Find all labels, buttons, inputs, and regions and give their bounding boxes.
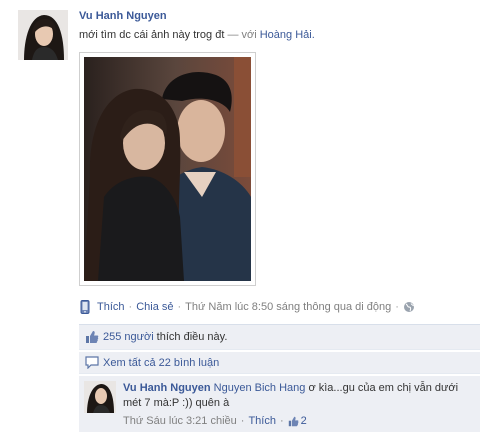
- tagged-friend-link[interactable]: Hoàng Hải.: [260, 29, 315, 41]
- likes-count-link[interactable]: 255 người: [103, 331, 154, 343]
- author-avatar[interactable]: [18, 10, 68, 60]
- separator-dot: ·: [279, 415, 284, 427]
- comment-author-link[interactable]: Vu Hanh Nguyen: [123, 382, 211, 394]
- comment-item: Vu Hanh Nguyen Nguyen Bich Hang ơ kìa...…: [79, 376, 480, 432]
- comment-meta: Thứ Sáu lúc 3:21 chiều · Thích · 2: [123, 415, 307, 427]
- separator-dot: ·: [395, 301, 399, 313]
- commenter-avatar[interactable]: [84, 381, 116, 413]
- comment-timestamp[interactable]: Thứ Sáu lúc 3:21 chiều: [123, 415, 237, 427]
- view-all-comments-link[interactable]: Xem tất cả 22 bình luận: [103, 357, 219, 369]
- likes-row: 255 người thích điều này.: [79, 324, 480, 350]
- post-message-text: mới tìm dc cái ảnh này trog đt: [79, 29, 225, 41]
- post-photo[interactable]: [84, 57, 251, 281]
- separator-dot: ·: [128, 301, 133, 313]
- globe-icon[interactable]: [403, 301, 415, 313]
- mobile-phone-icon: [79, 300, 93, 314]
- feedback-box: 255 người thích điều này. Xem tất cả 22 …: [79, 324, 480, 432]
- view-all-comments-row[interactable]: Xem tất cả 22 bình luận: [79, 352, 480, 374]
- post-actions-bar: Thích · Chia sẻ · Thứ Năm lúc 8:50 sáng …: [79, 299, 415, 315]
- post-author-name[interactable]: Vu Hanh Nguyen: [79, 10, 167, 22]
- post-photo-frame[interactable]: [79, 52, 256, 286]
- share-link[interactable]: Chia sẻ: [136, 301, 173, 313]
- mentioned-friend-link[interactable]: Nguyen Bich Hang: [214, 382, 306, 394]
- likes-text: thích điều này.: [156, 331, 228, 343]
- separator-dot: ·: [240, 415, 245, 427]
- thumbs-up-icon: [84, 330, 99, 344]
- with-label: — với: [227, 29, 257, 41]
- separator-dot: ·: [177, 301, 182, 313]
- comment-like-count[interactable]: 2: [301, 415, 307, 427]
- post-message: mới tìm dc cái ảnh này trog đt — với Hoà…: [79, 29, 315, 41]
- comment-bubble-icon: [84, 356, 99, 370]
- thumbs-up-icon: [288, 416, 299, 427]
- comment-body: Vu Hanh Nguyen Nguyen Bich Hang ơ kìa...…: [123, 381, 473, 411]
- like-link[interactable]: Thích: [97, 301, 125, 313]
- post-timestamp[interactable]: Thứ Năm lúc 8:50 sáng thông qua di động: [185, 301, 391, 313]
- comment-like-link[interactable]: Thích: [248, 415, 276, 427]
